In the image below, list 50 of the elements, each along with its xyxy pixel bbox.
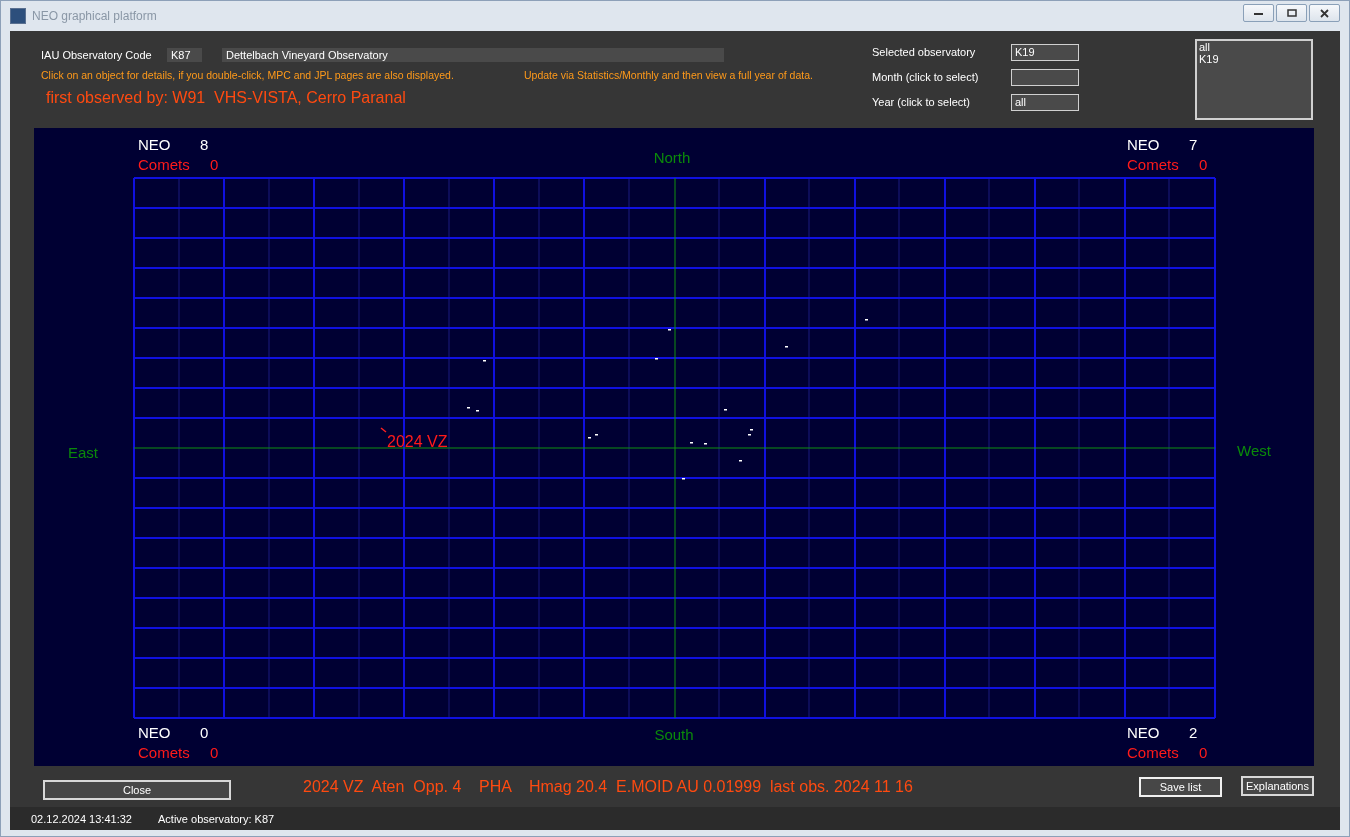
list-item[interactable]: K19 (1199, 53, 1309, 65)
neo-label: NEO (1127, 724, 1160, 741)
comets-count: 0 (210, 156, 219, 173)
close-button[interactable] (1309, 4, 1340, 22)
update-hint: Update via Statistics/Monthly and then view a full year of data. (524, 69, 813, 81)
close-button[interactable]: Close (43, 779, 231, 800)
observatory-code-field: K87 (167, 48, 202, 62)
neo-count: 2 (1189, 724, 1198, 741)
comets-count: 0 (1199, 156, 1208, 173)
save-list-button[interactable]: Save list (1139, 777, 1222, 797)
maximize-button[interactable] (1276, 4, 1307, 22)
neo-count: 7 (1189, 136, 1198, 153)
maximize-icon (1286, 9, 1297, 17)
comets-count: 0 (210, 744, 219, 761)
neo-count: 0 (200, 724, 209, 741)
close-icon (1320, 8, 1329, 18)
minimize-button[interactable] (1243, 4, 1274, 22)
object-info-text: 2024 VZ Aten Opp. 4 PHA Hmag 20.4 E.MOID AU 0.01999 last obs. 2024 11 16 (303, 777, 913, 796)
app-icon (10, 8, 26, 24)
click-hint: Click on an object for details, if you double-click, MPC and JPL pages are also displayed. (41, 69, 455, 81)
observatory-name-field: Dettelbach Vineyard Observatory (222, 48, 724, 62)
status-date: 02.12.2024 13:41:32 (31, 812, 133, 825)
window-title: NEO graphical platform (32, 9, 158, 23)
comets-label: Comets (138, 156, 190, 173)
filter-label: Month (click to select) (872, 71, 980, 83)
list-item[interactable]: all (1199, 41, 1309, 53)
comets-count: 0 (1199, 744, 1208, 761)
status-observatory: Active observatory: K87 (158, 812, 275, 825)
neo-label: NEO (1127, 136, 1160, 153)
observatory-code-label: IAU Observatory Code (41, 49, 153, 61)
first-observed-text: first observed by: W91 VHS-VISTA, Cerro Paranal (46, 89, 407, 107)
comets-label: Comets (1127, 744, 1179, 761)
neo-label: NEO (138, 136, 171, 153)
filter-label: Year (click to select) (872, 96, 972, 108)
compass-label: East (68, 444, 98, 461)
explanations-button[interactable]: Explanations (1241, 776, 1314, 796)
compass-label: West (1237, 442, 1271, 459)
neo-label: NEO (138, 724, 171, 741)
filter-field[interactable]: all (1011, 93, 1079, 111)
observatory-list[interactable]: all K19 (1195, 39, 1313, 120)
neo-count: 8 (200, 136, 209, 153)
comets-label: Comets (1127, 156, 1179, 173)
compass-label: North (653, 149, 691, 166)
filter-field[interactable] (1011, 68, 1079, 86)
object-marker-icon[interactable] (380, 427, 387, 433)
filter-label: Selected observatory (872, 46, 977, 58)
filter-field[interactable]: K19 (1011, 43, 1079, 61)
minimize-icon (1254, 11, 1263, 15)
comets-label: Comets (138, 744, 190, 761)
compass-label: South (654, 726, 694, 743)
